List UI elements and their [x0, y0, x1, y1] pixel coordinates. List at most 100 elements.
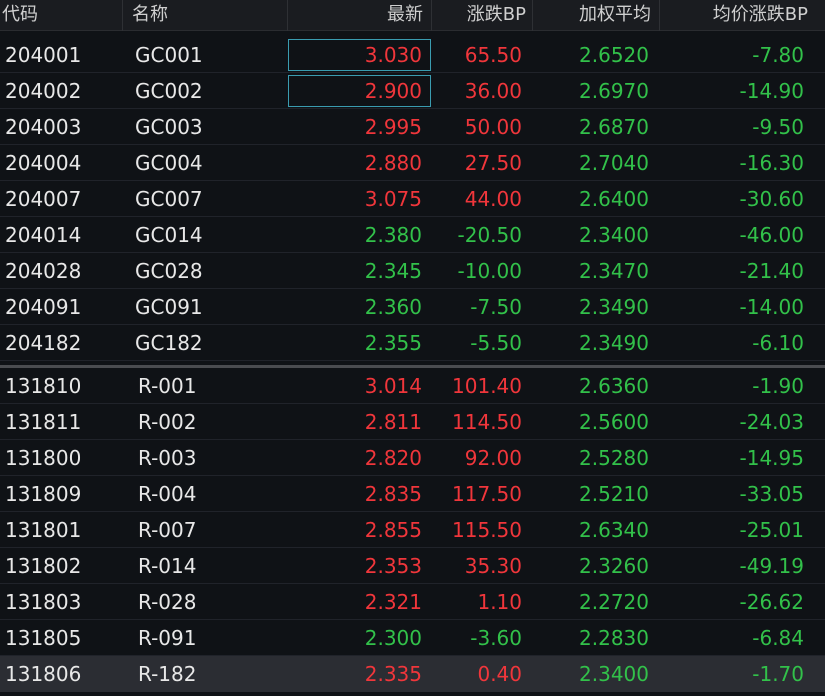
- table-row[interactable]: 204028 GC028 2.345 -10.00 2.3470 -21.40: [0, 253, 825, 289]
- code-cell: 204028: [5, 259, 82, 283]
- code-cell: 131805: [5, 626, 82, 650]
- name-cell: R-091: [138, 626, 197, 650]
- table-row[interactable]: 204091 GC091 2.360 -7.50 2.3490 -14.00: [0, 289, 825, 325]
- header-code[interactable]: 代码: [0, 0, 123, 31]
- last-price-cell: 2.353: [364, 554, 422, 578]
- table-row[interactable]: 204014 GC014 2.380 -20.50 2.3400 -46.00: [0, 217, 825, 253]
- last-price-cell: 2.335: [364, 662, 422, 686]
- name-cell: R-028: [138, 590, 197, 614]
- name-cell: R-007: [138, 518, 197, 542]
- table-row[interactable]: 204004 GC004 2.880 27.50 2.7040 -16.30: [0, 145, 825, 181]
- last-price-cell: 2.811: [364, 410, 422, 434]
- change-bp-cell: -20.50: [457, 223, 522, 247]
- table-row[interactable]: 131805 R-091 2.300 -3.60 2.2830 -6.84: [0, 620, 825, 656]
- weighted-avg-cell: 2.3400: [579, 662, 649, 686]
- last-price-cell: 2.300: [364, 626, 422, 650]
- table-row[interactable]: 131800 R-003 2.820 92.00 2.5280 -14.95: [0, 440, 825, 476]
- header-name[interactable]: 名称: [123, 0, 288, 31]
- header-weighted-avg[interactable]: 加权平均: [533, 0, 660, 31]
- code-cell: 204002: [5, 79, 82, 103]
- table-row[interactable]: 131803 R-028 2.321 1.10 2.2720 -26.62: [0, 584, 825, 620]
- last-price-cell: 2.380: [364, 223, 422, 247]
- table-row[interactable]: 204007 GC007 3.075 44.00 2.6400 -30.60: [0, 181, 825, 217]
- weighted-avg-cell: 2.7040: [579, 151, 649, 175]
- last-price-cell: 3.030: [364, 43, 422, 67]
- change-bp-cell: 36.00: [464, 79, 522, 103]
- avg-change-bp-cell: -6.84: [752, 626, 804, 650]
- last-price-cell: 2.820: [364, 446, 422, 470]
- last-price-cell: 2.321: [364, 590, 422, 614]
- code-cell: 204091: [5, 295, 82, 319]
- code-cell: 131802: [5, 554, 82, 578]
- avg-change-bp-cell: -14.90: [739, 79, 804, 103]
- table-row[interactable]: 204003 GC003 2.995 50.00 2.6870 -9.50: [0, 109, 825, 145]
- last-price-cell: 2.835: [364, 482, 422, 506]
- change-bp-cell: 101.40: [452, 374, 522, 398]
- name-cell: GC001: [135, 43, 203, 67]
- name-cell: GC014: [135, 223, 203, 247]
- code-cell: 204014: [5, 223, 82, 247]
- change-bp-cell: 44.00: [464, 187, 522, 211]
- last-price-cell: 2.900: [364, 79, 422, 103]
- header-last[interactable]: 最新: [288, 0, 432, 31]
- avg-change-bp-cell: -1.70: [752, 662, 804, 686]
- code-cell: 131800: [5, 446, 82, 470]
- code-cell: 131811: [5, 410, 82, 434]
- table-header: 代码 名称 最新 涨跌BP 加权平均 均价涨跌BP: [0, 0, 825, 31]
- name-cell: R-002: [138, 410, 197, 434]
- table-row[interactable]: 204001 GC001 3.030 65.50 2.6520 -7.80: [0, 37, 825, 73]
- change-bp-cell: 117.50: [452, 482, 522, 506]
- table-row[interactable]: 131810 R-001 3.014 101.40 2.6360 -1.90: [0, 368, 825, 404]
- code-cell: 204003: [5, 115, 82, 139]
- change-bp-cell: 50.00: [464, 115, 522, 139]
- name-cell: R-182: [138, 662, 197, 686]
- code-cell: 204001: [5, 43, 82, 67]
- weighted-avg-cell: 2.6340: [579, 518, 649, 542]
- avg-change-bp-cell: -21.40: [739, 259, 804, 283]
- change-bp-cell: 1.10: [477, 590, 522, 614]
- table-row[interactable]: 131801 R-007 2.855 115.50 2.6340 -25.01: [0, 512, 825, 548]
- code-cell: 204004: [5, 151, 82, 175]
- weighted-avg-cell: 2.3400: [579, 223, 649, 247]
- header-avg-change-bp[interactable]: 均价涨跌BP: [660, 0, 825, 31]
- weighted-avg-cell: 2.2830: [579, 626, 649, 650]
- header-change-bp[interactable]: 涨跌BP: [432, 0, 533, 31]
- name-cell: R-004: [138, 482, 197, 506]
- last-price-cell: 3.014: [364, 374, 422, 398]
- change-bp-cell: 92.00: [464, 446, 522, 470]
- code-cell: 204182: [5, 331, 82, 355]
- code-cell: 131803: [5, 590, 82, 614]
- weighted-avg-cell: 2.6870: [579, 115, 649, 139]
- weighted-avg-cell: 2.6520: [579, 43, 649, 67]
- weighted-avg-cell: 2.5210: [579, 482, 649, 506]
- change-bp-cell: 27.50: [464, 151, 522, 175]
- avg-change-bp-cell: -14.95: [739, 446, 804, 470]
- name-cell: GC003: [135, 115, 203, 139]
- weighted-avg-cell: 2.6360: [579, 374, 649, 398]
- table-row[interactable]: 204182 GC182 2.355 -5.50 2.3490 -6.10: [0, 325, 825, 361]
- code-cell: 131801: [5, 518, 82, 542]
- change-bp-cell: -7.50: [470, 295, 522, 319]
- change-bp-cell: -5.50: [470, 331, 522, 355]
- table-row[interactable]: 131809 R-004 2.835 117.50 2.5210 -33.05: [0, 476, 825, 512]
- change-bp-cell: 35.30: [464, 554, 522, 578]
- change-bp-cell: 114.50: [452, 410, 522, 434]
- avg-change-bp-cell: -26.62: [739, 590, 804, 614]
- change-bp-cell: 0.40: [477, 662, 522, 686]
- name-cell: GC002: [135, 79, 203, 103]
- weighted-avg-cell: 2.6970: [579, 79, 649, 103]
- change-bp-cell: -3.60: [470, 626, 522, 650]
- weighted-avg-cell: 2.3260: [579, 554, 649, 578]
- table-row[interactable]: 131806 R-182 2.335 0.40 2.3400 -1.70: [0, 656, 825, 692]
- last-price-cell: 2.855: [364, 518, 422, 542]
- avg-change-bp-cell: -9.50: [752, 115, 804, 139]
- table-row[interactable]: 131802 R-014 2.353 35.30 2.3260 -49.19: [0, 548, 825, 584]
- table-row[interactable]: 131811 R-002 2.811 114.50 2.5600 -24.03: [0, 404, 825, 440]
- code-cell: 131810: [5, 374, 82, 398]
- name-cell: GC091: [135, 295, 203, 319]
- last-price-cell: 2.360: [364, 295, 422, 319]
- table-row[interactable]: 204002 GC002 2.900 36.00 2.6970 -14.90: [0, 73, 825, 109]
- weighted-avg-cell: 2.5280: [579, 446, 649, 470]
- name-cell: R-003: [138, 446, 197, 470]
- name-cell: R-001: [138, 374, 197, 398]
